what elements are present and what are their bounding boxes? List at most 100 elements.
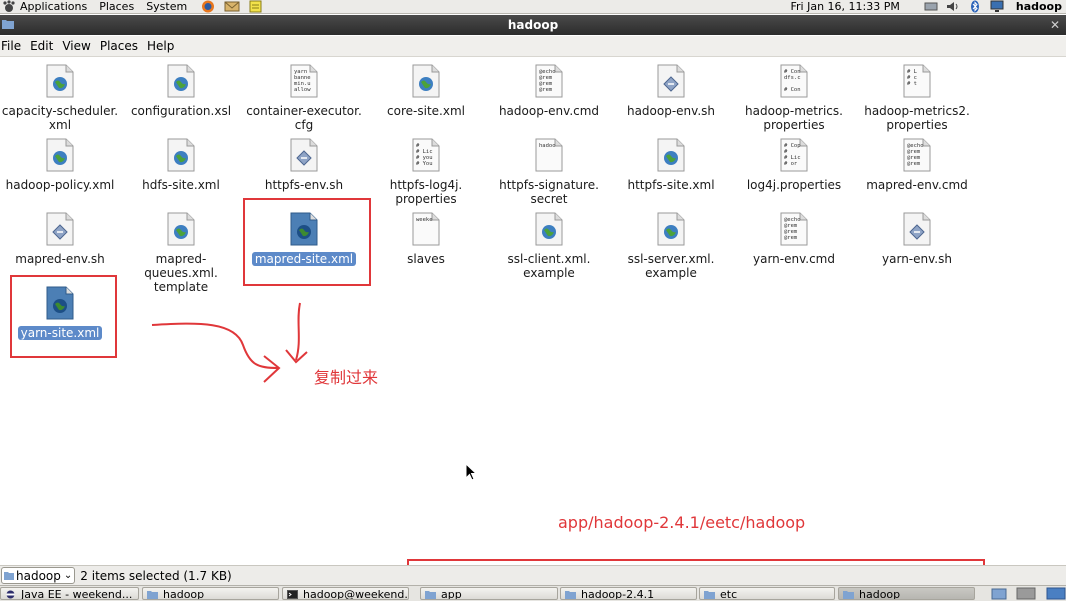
file-name-label: yarn-env.cmd (753, 252, 835, 266)
firefox-icon[interactable] (199, 0, 217, 13)
file-name-label: container-executor. cfg (246, 104, 362, 132)
top-panel: Applications Places System Fri Jan 16, 1… (0, 0, 1066, 14)
text-doc-icon: ## Lic# you# You (412, 138, 440, 172)
file-item[interactable]: yarn-env.sh (857, 212, 977, 266)
places-menu[interactable]: Places (99, 0, 134, 13)
script-doc-icon (657, 64, 685, 98)
file-name-label: mapred-env.sh (15, 252, 105, 266)
display-icon[interactable] (989, 0, 1005, 13)
applications-label: Applications (20, 0, 88, 13)
text-doc-icon: hadoo (535, 138, 563, 172)
network-icon[interactable] (923, 0, 939, 13)
eclipse-icon (6, 590, 15, 599)
file-item[interactable]: # Con dfs.c # Con hadoop-metrics. propertie… (734, 64, 854, 132)
taskbar-button[interactable]: etc (699, 587, 835, 600)
file-item[interactable]: ssl-client.xml. example (489, 212, 609, 280)
folder-icon (704, 591, 715, 599)
taskbar-button[interactable]: hadoop-2.4.1 (560, 587, 697, 600)
volume-icon[interactable] (945, 0, 961, 13)
window-titlebar[interactable]: hadoop ✕ (0, 15, 1066, 35)
file-item[interactable]: @echo @rem @rem @rem yarn-env.cmd (734, 212, 854, 266)
menu-places[interactable]: Places (99, 39, 139, 53)
file-item[interactable]: httpfs-env.sh (244, 138, 364, 192)
taskbar-label: hadoop-2.4.1 (581, 588, 655, 600)
svg-text:weeke: weeke (416, 217, 433, 223)
file-item[interactable]: capacity-scheduler. xml (0, 64, 120, 132)
svg-text:# You: # You (416, 161, 433, 167)
file-name-label: hadoop-metrics2. properties (864, 104, 970, 132)
file-name-label: hadoop-metrics. properties (745, 104, 843, 132)
menu-file[interactable]: File (0, 39, 22, 53)
mail-icon[interactable] (223, 0, 241, 13)
web-doc-icon (167, 138, 195, 172)
menu-edit[interactable]: Edit (29, 39, 54, 53)
svg-text:@rem: @rem (539, 87, 553, 93)
file-item[interactable]: httpfs-site.xml (611, 138, 731, 192)
folder-icon (4, 572, 14, 580)
applications-menu[interactable]: Applications (0, 0, 87, 13)
taskbar-label: etc (720, 588, 738, 600)
location-combo[interactable]: hadoop ⌄ (1, 567, 76, 584)
taskbar-button[interactable]: app (420, 587, 558, 600)
taskbar-button[interactable]: hadoop@weekend... (282, 587, 409, 600)
folder-icon (2, 20, 14, 29)
selection-status: 2 items selected (1.7 KB) (80, 568, 232, 583)
menubar: File Edit View Places Help (0, 36, 1066, 57)
svg-text:# or: # or (784, 161, 798, 167)
file-name-label: hadoop-env.cmd (498, 104, 600, 118)
text-doc-icon: # L# c# t (903, 64, 931, 98)
file-item[interactable]: @echo @rem @rem @rem mapred-env.cmd (857, 138, 977, 192)
file-item[interactable]: core-site.xml (366, 64, 486, 118)
file-item[interactable]: @echo @rem @rem @rem hadoop-env.cmd (489, 64, 609, 118)
clock[interactable]: Fri Jan 16, 11:33 PM (791, 0, 900, 13)
bluetooth-icon[interactable] (967, 0, 983, 13)
svg-text:hadoo: hadoo (539, 143, 556, 149)
file-item[interactable]: hadoop-policy.xml (0, 138, 120, 192)
close-icon[interactable]: ✕ (1050, 18, 1060, 32)
file-item[interactable]: hadoop-env.sh (611, 64, 731, 118)
file-item[interactable]: mapred-env.sh (0, 212, 120, 266)
file-item[interactable]: ssl-server.xml. example (611, 212, 731, 280)
workspace-2-icon[interactable] (1046, 587, 1066, 600)
taskbar: Java EE - weekend... hadoop hadoop@weekend… (0, 585, 1066, 601)
taskbar-button[interactable]: hadoop (838, 587, 975, 600)
file-name-label: ssl-server.xml. example (627, 252, 715, 280)
file-item[interactable]: # Cop # # Lic # or log4j.properties (734, 138, 854, 192)
show-desktop-icon[interactable] (989, 587, 1009, 600)
mouse-cursor-icon (465, 463, 478, 481)
window-title: hadoop (507, 18, 559, 32)
file-name-label: mapred-queues.xml. template (144, 252, 218, 294)
web-doc-icon (167, 64, 195, 98)
taskbar-button[interactable]: hadoop (142, 587, 279, 600)
menu-view[interactable]: View (61, 39, 91, 53)
file-item[interactable]: hdfs-site.xml (121, 138, 241, 192)
text-doc-icon: @echo@rem@rem@rem (903, 138, 931, 172)
statusbar: hadoop ⌄ 2 items selected (1.7 KB) (0, 565, 1066, 585)
svg-text:@rem: @rem (784, 235, 798, 241)
file-item[interactable]: configuration.xsl (121, 64, 241, 118)
text-doc-icon: # Cop## Lic# or (780, 138, 808, 172)
taskbar-button[interactable]: Java EE - weekend... (0, 587, 139, 600)
file-icon-view[interactable]: capacity-scheduler. xml configuration.xsl… (0, 57, 1066, 563)
file-item[interactable]: hadoo httpfs-signature. secret (489, 138, 609, 206)
user-menu[interactable]: hadoop (1016, 0, 1062, 13)
file-item[interactable]: weeke slaves (366, 212, 486, 266)
file-item[interactable]: mapred-queues.xml. template (121, 212, 241, 294)
file-item[interactable]: yarn banne min.u allow container-executor. c… (244, 64, 364, 132)
folder-icon (147, 591, 158, 599)
file-item[interactable]: # # Lic # you # You httpfs-log4j. properties (366, 138, 486, 206)
file-name-label: ssl-client.xml. example (507, 252, 591, 280)
svg-text:dfs.c: dfs.c (784, 75, 801, 81)
taskbar-label: hadoop (859, 588, 901, 600)
file-item[interactable]: # L # c # t hadoop-metrics2. properties (857, 64, 977, 132)
svg-text:# Con: # Con (784, 87, 801, 93)
file-name-label: mapred-env.cmd (866, 178, 968, 192)
system-menu[interactable]: System (146, 0, 187, 13)
taskbar-label: hadoop (163, 588, 205, 600)
notes-icon[interactable] (247, 0, 265, 13)
taskbar-label: Java EE - weekend... (21, 588, 133, 600)
script-doc-icon (903, 212, 931, 246)
annotation-box-yarn (10, 275, 117, 358)
menu-help[interactable]: Help (146, 39, 175, 53)
workspace-switcher-icon[interactable] (1016, 587, 1036, 600)
